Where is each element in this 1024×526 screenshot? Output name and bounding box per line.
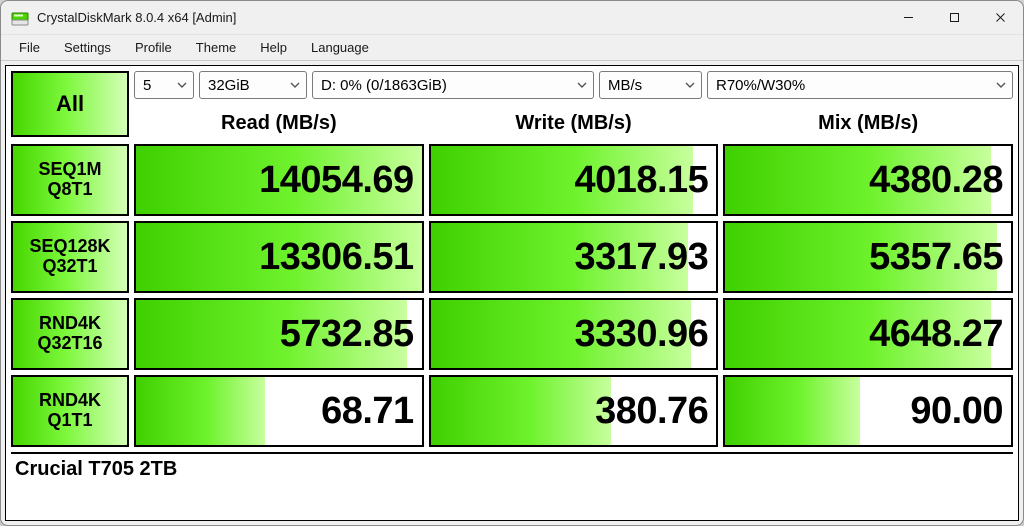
mix-value: R70%/W30% xyxy=(716,77,805,94)
test-label-l1: RND4K xyxy=(39,391,101,411)
metric-read: 13306.51 xyxy=(134,221,424,293)
size-value: 32GiB xyxy=(208,77,250,94)
test-label-l2: Q1T1 xyxy=(47,411,92,431)
menu-file[interactable]: File xyxy=(7,37,52,58)
titlebar[interactable]: CrystalDiskMark 8.0.4 x64 [Admin] xyxy=(1,1,1023,35)
chevron-down-icon xyxy=(177,80,187,90)
metric-value: 5732.85 xyxy=(280,313,414,356)
metric-bar xyxy=(136,377,265,445)
metric-value: 4380.28 xyxy=(869,159,1003,202)
menu-settings[interactable]: Settings xyxy=(52,37,123,58)
col-header-mix: Mix (MB/s) xyxy=(723,112,1013,135)
menubar: File Settings Profile Theme Help Languag… xyxy=(1,35,1023,61)
bench-row: SEQ1M Q8T1 14054.69 4018.15 4380.28 xyxy=(11,144,1013,216)
metric-value: 5357.65 xyxy=(869,236,1003,279)
metric-write: 380.76 xyxy=(429,375,719,447)
window-controls xyxy=(885,1,1023,34)
menu-profile[interactable]: Profile xyxy=(123,37,184,58)
drive-value: D: 0% (0/1863GiB) xyxy=(321,77,447,94)
window-title: CrystalDiskMark 8.0.4 x64 [Admin] xyxy=(37,10,885,25)
metric-value: 3317.93 xyxy=(574,236,708,279)
mix-combo[interactable]: R70%/W30% xyxy=(707,71,1013,99)
metric-mix: 5357.65 xyxy=(723,221,1013,293)
metric-mix: 4648.27 xyxy=(723,298,1013,370)
metric-write: 3317.93 xyxy=(429,221,719,293)
test-label-l2: Q32T1 xyxy=(42,257,97,277)
menu-language[interactable]: Language xyxy=(299,37,381,58)
menu-help[interactable]: Help xyxy=(248,37,299,58)
maximize-button[interactable] xyxy=(931,1,977,34)
top-grid: All 5 32GiB D: 0% (0/1863GiB) MB/s R70%/… xyxy=(6,66,1018,140)
test-label-l2: Q8T1 xyxy=(47,180,92,200)
test-label-l1: RND4K xyxy=(39,314,101,334)
unit-value: MB/s xyxy=(608,77,642,94)
minimize-button[interactable] xyxy=(885,1,931,34)
chevron-down-icon xyxy=(996,80,1006,90)
test-label-l1: SEQ128K xyxy=(29,237,110,257)
metric-value: 380.76 xyxy=(595,390,708,433)
test-label-l2: Q32T16 xyxy=(37,334,102,354)
metric-value: 90.00 xyxy=(910,390,1003,433)
bench-rows: SEQ1M Q8T1 14054.69 4018.15 4380.28 SEQ1… xyxy=(6,140,1018,447)
metric-read: 68.71 xyxy=(134,375,424,447)
bench-row: SEQ128K Q32T1 13306.51 3317.93 5357.65 xyxy=(11,221,1013,293)
runs-value: 5 xyxy=(143,77,151,94)
app-icon xyxy=(11,9,29,27)
run-all-button[interactable]: All xyxy=(11,71,129,137)
metric-value: 13306.51 xyxy=(259,236,414,279)
close-button[interactable] xyxy=(977,1,1023,34)
metric-mix: 4380.28 xyxy=(723,144,1013,216)
metric-bar xyxy=(431,377,611,445)
menu-theme[interactable]: Theme xyxy=(184,37,248,58)
metric-value: 4648.27 xyxy=(869,313,1003,356)
metric-write: 4018.15 xyxy=(429,144,719,216)
chevron-down-icon xyxy=(685,80,695,90)
metric-bar xyxy=(725,377,859,445)
unit-combo[interactable]: MB/s xyxy=(599,71,702,99)
test-label-l1: SEQ1M xyxy=(38,160,101,180)
runs-combo[interactable]: 5 xyxy=(134,71,194,99)
run-all-label: All xyxy=(56,91,84,117)
chevron-down-icon xyxy=(577,80,587,90)
chevron-down-icon xyxy=(290,80,300,90)
test-button-seq1m-q8t1[interactable]: SEQ1M Q8T1 xyxy=(11,144,129,216)
bench-row: RND4K Q1T1 68.71 380.76 90.00 xyxy=(11,375,1013,447)
test-button-rnd4k-q1t1[interactable]: RND4K Q1T1 xyxy=(11,375,129,447)
size-combo[interactable]: 32GiB xyxy=(199,71,307,99)
content-area: All 5 32GiB D: 0% (0/1863GiB) MB/s R70%/… xyxy=(5,65,1019,521)
test-button-rnd4k-q32t16[interactable]: RND4K Q32T16 xyxy=(11,298,129,370)
test-button-seq128k-q32t1[interactable]: SEQ128K Q32T1 xyxy=(11,221,129,293)
col-header-write: Write (MB/s) xyxy=(429,112,719,135)
metric-value: 14054.69 xyxy=(259,159,414,202)
metric-value: 3330.96 xyxy=(574,313,708,356)
drive-name-label: Crucial T705 2TB xyxy=(11,452,1013,483)
metric-read: 5732.85 xyxy=(134,298,424,370)
metric-value: 68.71 xyxy=(321,390,414,433)
bench-row: RND4K Q32T16 5732.85 3330.96 4648.27 xyxy=(11,298,1013,370)
metric-read: 14054.69 xyxy=(134,144,424,216)
metric-mix: 90.00 xyxy=(723,375,1013,447)
metric-write: 3330.96 xyxy=(429,298,719,370)
drive-combo[interactable]: D: 0% (0/1863GiB) xyxy=(312,71,594,99)
metric-value: 4018.15 xyxy=(574,159,708,202)
col-header-read: Read (MB/s) xyxy=(134,112,424,135)
app-window: CrystalDiskMark 8.0.4 x64 [Admin] File S… xyxy=(0,0,1024,526)
